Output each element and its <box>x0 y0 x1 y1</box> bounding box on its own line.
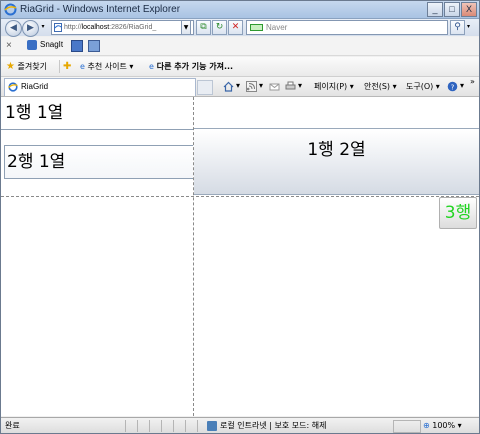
ie-tab-icon <box>8 82 18 92</box>
favorites-label: 즐겨찾기 <box>17 62 47 71</box>
url-host: localhost <box>81 24 110 31</box>
url-rest: :2826/RiaGrid_ <box>109 24 157 31</box>
grid-cell-r1c2: 1행 2열 <box>194 130 479 195</box>
intranet-zone-icon <box>207 421 217 431</box>
ie-logo-icon <box>4 3 17 16</box>
favorites-button[interactable]: ★ 즐겨찾기 <box>6 57 47 76</box>
more-commands-chevron[interactable]: » <box>470 77 475 86</box>
favorites-bar: ★ 즐겨찾기 ✚ e 추천 사이트 ▾ e 다른 추가 기능 가져... <box>1 57 479 77</box>
tools-menu[interactable]: 도구(O) ▾ <box>406 81 440 92</box>
minimize-button[interactable]: _ <box>427 2 443 17</box>
feeds-dropdown[interactable]: ▾ <box>259 81 263 90</box>
page-icon <box>54 23 62 32</box>
suggested-sites-label: 추천 사이트 ▾ <box>87 62 134 71</box>
address-dropdown[interactable]: ▼ <box>181 20 191 35</box>
new-tab-button[interactable] <box>197 80 213 95</box>
search-options-dropdown[interactable]: ▾ <box>465 20 472 33</box>
ie-page-icon: e <box>80 62 85 71</box>
browser-window: RiaGrid - Windows Internet Explorer _ □ … <box>0 0 480 434</box>
window-title: RiaGrid - Windows Internet Explorer <box>20 4 181 15</box>
add-to-favorites-icon: ✚ <box>63 61 72 72</box>
status-pane <box>149 420 159 432</box>
forward-button[interactable]: ▶ <box>22 20 39 37</box>
chevron-down-icon: ▼ <box>183 24 189 31</box>
status-text: 완료 <box>5 421 20 430</box>
compatibility-icon: ⧉ <box>200 22 207 32</box>
grid-cell-r3: 3행 <box>439 197 477 229</box>
status-pane <box>173 420 183 432</box>
back-arrow-icon: ◀ <box>10 23 17 33</box>
address-toolbar: ◀ ▶ ▾ http://localhost:2826/RiaGrid_ ▼ ⧉… <box>1 19 479 37</box>
close-button[interactable]: X <box>461 2 477 17</box>
page-menu[interactable]: 페이지(P) ▾ <box>314 81 354 92</box>
refresh-button[interactable]: ↻ <box>212 20 227 35</box>
search-placeholder: Naver <box>266 23 288 32</box>
search-input[interactable]: Naver <box>246 20 448 35</box>
status-pane <box>197 420 207 432</box>
add-favorite-button[interactable]: ✚ <box>63 57 71 76</box>
snagit-icon <box>27 40 37 50</box>
status-pane <box>185 420 195 432</box>
security-zone-text[interactable]: 로컬 인트라넷 | 보호 모드: 해제 <box>220 418 326 433</box>
page-content: 1행 1열 2행 1열 1행 2열 3행 <box>1 97 479 416</box>
mail-icon[interactable] <box>269 81 280 92</box>
forward-arrow-icon: ▶ <box>27 23 34 33</box>
status-pane <box>125 420 135 432</box>
maximize-button[interactable]: □ <box>444 2 460 17</box>
naver-search-provider-icon <box>250 24 263 32</box>
search-button[interactable]: ⚲ <box>450 20 465 35</box>
stop-button[interactable]: ✕ <box>228 20 243 35</box>
close-toolbar-icon[interactable]: × <box>6 40 12 51</box>
grid-cell-r2c1: 2행 1열 <box>4 145 193 179</box>
safety-menu[interactable]: 안전(S) ▾ <box>364 81 397 92</box>
protected-mode-indicator[interactable] <box>393 420 421 433</box>
print-icon[interactable] <box>285 81 296 92</box>
more-addons-label: 다른 추가 기능 가져... <box>156 62 234 71</box>
compatibility-view-button[interactable]: ⧉ <box>196 20 211 35</box>
home-icon[interactable] <box>223 81 234 92</box>
window-controls: _ □ X <box>427 2 477 17</box>
back-button[interactable]: ◀ <box>5 20 22 37</box>
title-bar: RiaGrid - Windows Internet Explorer _ □ … <box>1 1 479 19</box>
refresh-icon: ↻ <box>215 22 224 32</box>
snagit-capture-icon[interactable] <box>71 40 83 52</box>
snagit-settings-icon[interactable] <box>88 40 100 52</box>
star-icon: ★ <box>6 61 15 72</box>
snagit-toolbar: × SnagIt <box>1 37 479 56</box>
suggested-sites-link[interactable]: e 추천 사이트 ▾ <box>80 57 133 76</box>
zoom-control[interactable]: ⊕ 100% ▾ <box>423 418 462 433</box>
url-prefix: http:// <box>64 24 82 31</box>
grid-cell-r1c2-top <box>194 97 479 129</box>
status-pane <box>137 420 147 432</box>
tab-label: RiaGrid <box>21 82 49 91</box>
tab-riagrid[interactable]: RiaGrid <box>4 78 196 96</box>
print-dropdown[interactable]: ▾ <box>298 81 302 90</box>
svg-text:?: ? <box>451 83 455 91</box>
snagit-button[interactable]: SnagIt <box>40 40 63 49</box>
grid-cell-r1c1: 1행 1열 <box>1 97 193 130</box>
zoom-level: 100% ▾ <box>432 421 462 430</box>
zoom-icon: ⊕ <box>423 421 430 430</box>
rss-feed-icon[interactable] <box>246 81 257 92</box>
tab-command-bar: RiaGrid ▾ ▾ ▾ 페이지(P) ▾ 안전(S) ▾ 도구(O) ▾ ?… <box>1 77 479 97</box>
get-more-addons-link[interactable]: e 다른 추가 기능 가져... <box>149 57 233 76</box>
ie-page-icon: e <box>149 62 154 71</box>
grid-row-divider <box>1 196 479 197</box>
help-icon[interactable]: ? <box>447 81 458 92</box>
search-icon: ⚲ <box>454 22 461 32</box>
status-pane <box>161 420 171 432</box>
status-bar: 완료 로컬 인트라넷 | 보호 모드: 해제 ⊕ 100% ▾ <box>1 417 479 433</box>
separator <box>59 60 60 73</box>
home-dropdown[interactable]: ▾ <box>236 81 240 90</box>
help-dropdown[interactable]: ▾ <box>460 81 464 90</box>
history-dropdown[interactable]: ▾ <box>39 20 47 33</box>
stop-icon: ✕ <box>231 22 240 32</box>
address-input[interactable]: http://localhost:2826/RiaGrid_ <box>51 20 194 35</box>
